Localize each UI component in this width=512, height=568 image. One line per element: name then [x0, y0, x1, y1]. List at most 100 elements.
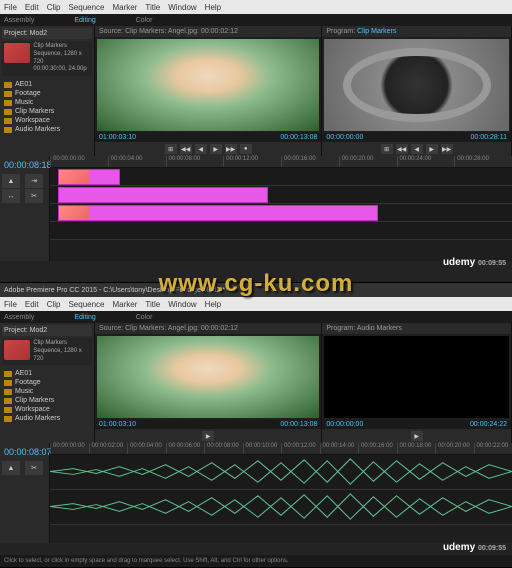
bin-label: Music	[15, 388, 33, 395]
ruler-mark: 00:00:20:00	[435, 443, 474, 454]
bin-item[interactable]: Audio Markers	[2, 125, 92, 134]
menu-title[interactable]: Title	[145, 300, 160, 309]
ruler-mark: 00:00:24:00	[397, 156, 455, 167]
tab-color[interactable]: Color	[136, 314, 153, 321]
timeline-timecode[interactable]: 00:00:08:07	[2, 445, 47, 459]
track-select-tool[interactable]: ⇥	[25, 174, 43, 188]
site-watermark: www.cg-ku.com	[159, 270, 354, 298]
bin-item[interactable]: Workspace	[2, 116, 92, 125]
play-button[interactable]: ▶	[202, 431, 214, 441]
bin-item[interactable]: Footage	[2, 378, 92, 387]
project-panel: Project: Mod2 Clip Markers Sequence, 128…	[0, 323, 95, 443]
menu-file[interactable]: File	[4, 3, 17, 12]
bin-item[interactable]: AE01	[2, 80, 92, 89]
timeline-clip[interactable]	[58, 169, 120, 185]
razor-tool[interactable]: ✂	[25, 189, 43, 203]
tab-editing[interactable]: Editing	[74, 314, 95, 321]
status-bar: Click to select, or click in empty space…	[0, 555, 512, 567]
program-tab[interactable]: Program: Audio Markers	[322, 323, 511, 334]
bin-item[interactable]: AE01	[2, 369, 92, 378]
bin-item[interactable]: Music	[2, 387, 92, 396]
play-back-button[interactable]: ◀	[195, 144, 207, 154]
timeline-clip[interactable]	[58, 187, 268, 203]
menu-bar: File Edit Clip Sequence Marker Title Win…	[0, 297, 512, 311]
menu-marker[interactable]: Marker	[113, 3, 138, 12]
source-viewport[interactable]	[97, 336, 319, 418]
bin-item[interactable]: Footage	[2, 89, 92, 98]
ruler-mark: 00:00:14:00	[320, 443, 359, 454]
ruler-mark: 00:00:04:00	[108, 156, 166, 167]
ruler-mark: 00:00:04:00	[127, 443, 166, 454]
tab-color[interactable]: Color	[136, 17, 153, 24]
timeline-panel: 00:00:08:18 ▲ ⇥ ↔ ✂ 00:00:00:00 00:00:04…	[0, 156, 512, 261]
mark-in-button[interactable]: ⊞	[381, 144, 393, 154]
menu-sequence[interactable]: Sequence	[68, 300, 104, 309]
program-viewport[interactable]	[324, 39, 509, 131]
source-tab[interactable]: Source: Clip Markers: Angel.jpg: 00:00:0…	[95, 323, 321, 334]
source-tab[interactable]: Source: Clip Markers: Angel.jpg: 00:00:0…	[95, 26, 321, 37]
source-viewport[interactable]	[97, 39, 319, 131]
menu-marker[interactable]: Marker	[113, 300, 138, 309]
timeline-clip[interactable]	[58, 205, 378, 221]
selection-tool[interactable]: ▲	[2, 461, 20, 475]
time-ruler[interactable]: 00:00:00:00 00:00:04:00 00:00:08:00 00:0…	[50, 156, 512, 168]
menu-help[interactable]: Help	[205, 300, 221, 309]
menu-clip[interactable]: Clip	[47, 300, 61, 309]
ruler-mark: 00:00:12:00	[281, 443, 320, 454]
selection-tool[interactable]: ▲	[2, 174, 20, 188]
menu-help[interactable]: Help	[205, 3, 221, 12]
step-back-button[interactable]: ◀◀	[396, 144, 408, 154]
ruler-mark: 00:00:06:00	[166, 443, 205, 454]
razor-tool[interactable]: ✂	[25, 461, 43, 475]
menu-edit[interactable]: Edit	[25, 300, 39, 309]
folder-icon	[4, 82, 12, 88]
project-tab[interactable]: Project: Mod2	[2, 28, 92, 39]
tab-assembly[interactable]: Assembly	[4, 17, 34, 24]
tab-assembly[interactable]: Assembly	[4, 314, 34, 321]
bin-item[interactable]: Music	[2, 98, 92, 107]
ruler-mark: 00:00:16:00	[281, 156, 339, 167]
bin-label: Footage	[15, 90, 41, 97]
menu-window[interactable]: Window	[168, 3, 196, 12]
time-ruler[interactable]: 00:00:00:00 00:00:02:00 00:00:04:00 00:0…	[50, 443, 512, 455]
project-tab[interactable]: Project: Mod2	[2, 325, 92, 336]
menu-file[interactable]: File	[4, 300, 17, 309]
bin-label: Footage	[15, 379, 41, 386]
udemy-watermark: udemy 00:09:55	[443, 542, 506, 553]
menu-bar: File Edit Clip Sequence Marker Title Win…	[0, 0, 512, 14]
play-button[interactable]: ▶	[426, 144, 438, 154]
audio-track-a1[interactable]	[50, 222, 512, 240]
timeline-tracks[interactable]: 00:00:00:00 00:00:02:00 00:00:04:00 00:0…	[50, 443, 512, 543]
record-button[interactable]: ●	[240, 144, 252, 154]
bin-item[interactable]: Workspace	[2, 405, 92, 414]
program-transport: ▶	[322, 429, 511, 443]
video-track-v2[interactable]	[50, 186, 512, 204]
menu-sequence[interactable]: Sequence	[68, 3, 104, 12]
menu-title[interactable]: Title	[145, 3, 160, 12]
ripple-tool[interactable]: ↔	[2, 189, 20, 203]
bin-item[interactable]: Clip Markers	[2, 396, 92, 405]
bin-item[interactable]: Clip Markers	[2, 107, 92, 116]
audio-track-a1[interactable]	[50, 455, 512, 490]
step-fwd-button[interactable]: ▶▶	[225, 144, 237, 154]
premiere-window-bottom: Adobe Premiere Pro CC 2015 - C:\Users\to…	[0, 283, 512, 568]
bin-item[interactable]: Audio Markers	[2, 414, 92, 423]
video-track-v3[interactable]	[50, 168, 512, 186]
step-back-button[interactable]: ◀◀	[180, 144, 192, 154]
menu-window[interactable]: Window	[168, 300, 196, 309]
video-track-v1[interactable]	[50, 204, 512, 222]
step-fwd-button[interactable]: ▶▶	[441, 144, 453, 154]
tab-editing[interactable]: Editing	[74, 17, 95, 24]
play-button[interactable]: ▶	[210, 144, 222, 154]
bin-label: Music	[15, 99, 33, 106]
program-tab[interactable]: Program: Clip Markers	[322, 26, 511, 37]
mark-in-button[interactable]: ⊞	[165, 144, 177, 154]
audio-track-a2[interactable]	[50, 490, 512, 525]
play-button[interactable]: ▶	[411, 431, 423, 441]
menu-edit[interactable]: Edit	[25, 3, 39, 12]
menu-clip[interactable]: Clip	[47, 3, 61, 12]
timeline-timecode[interactable]: 00:00:08:18	[2, 158, 47, 172]
play-back-button[interactable]: ◀	[411, 144, 423, 154]
timeline-tracks[interactable]: 00:00:00:00 00:00:04:00 00:00:08:00 00:0…	[50, 156, 512, 261]
program-viewport[interactable]	[324, 336, 509, 418]
